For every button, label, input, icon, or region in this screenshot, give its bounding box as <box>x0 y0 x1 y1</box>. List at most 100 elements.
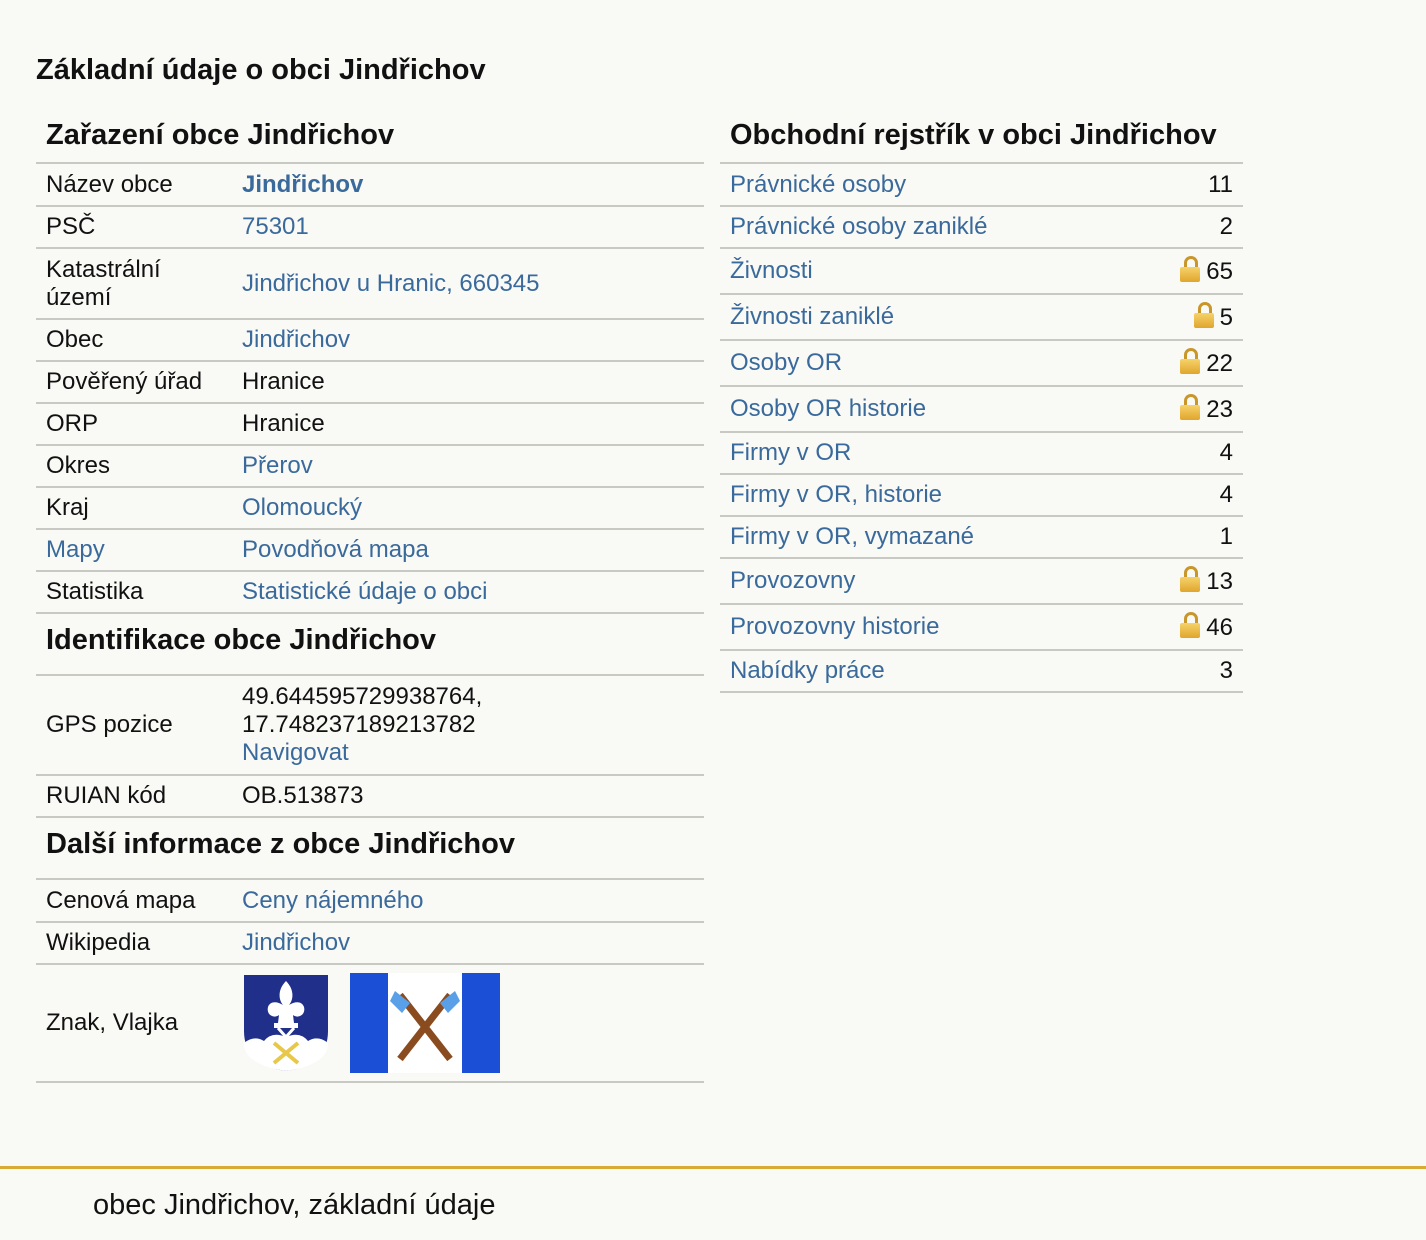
row-label: Znak, Vlajka <box>36 964 232 1083</box>
ruian-value: OB.513873 <box>232 775 704 818</box>
page-title: Základní údaje o obci Jindřichov <box>36 54 486 86</box>
firms-or-deleted-link[interactable]: Firmy v OR, vymazané <box>730 523 974 550</box>
firms-or-history-link[interactable]: Firmy v OR, historie <box>730 481 942 508</box>
navigate-link[interactable]: Navigovat <box>242 739 349 766</box>
statistics-link[interactable]: Statistické údaje o obci <box>242 578 487 605</box>
lock-icon <box>1180 612 1201 638</box>
count-value: 1 <box>1219 523 1233 550</box>
gps-longitude: 17.748237189213782 <box>242 711 476 738</box>
kraj-link[interactable]: Olomoucký <box>242 494 362 521</box>
identifikace-heading: Identifikace obce Jindřichov <box>36 614 704 676</box>
table-row: Firmy v OR 4 <box>720 432 1243 475</box>
count-value: 22 <box>1206 350 1233 377</box>
count-value: 46 <box>1206 614 1233 641</box>
municipality-name-link[interactable]: Jindřichov <box>242 171 363 198</box>
row-label: Cenová mapa <box>36 880 232 923</box>
zarazeni-heading: Zařazení obce Jindřichov <box>36 112 704 164</box>
rent-prices-link[interactable]: Ceny nájemného <box>242 887 423 914</box>
dalsi-heading: Další informace z obce Jindřichov <box>36 818 704 880</box>
rejstrik-table: Právnické osoby 11 Právnické osoby zanik… <box>720 164 1243 693</box>
count-value: 2 <box>1219 213 1233 240</box>
table-row: Provozovny historie 46 <box>720 604 1243 651</box>
wikipedia-link[interactable]: Jindřichov <box>242 929 350 956</box>
table-row: Živnosti zaniklé 5 <box>720 294 1243 341</box>
rejstrik-heading: Obchodní rejstřík v obci Jindřichov <box>720 112 1243 164</box>
gps-latitude: 49.644595729938764, <box>242 683 483 710</box>
lock-icon <box>1180 566 1201 592</box>
table-row: Pověřený úřad Hranice <box>36 361 704 404</box>
job-offers-link[interactable]: Nabídky práce <box>730 657 885 684</box>
table-row: Mapy Povodňová mapa <box>36 529 704 572</box>
table-row: PSČ 75301 <box>36 206 704 249</box>
legal-entities-defunct-link[interactable]: Právnické osoby zaniklé <box>730 213 987 240</box>
table-row: Obec Jindřichov <box>36 319 704 362</box>
legal-entities-link[interactable]: Právnické osoby <box>730 171 906 198</box>
table-row: Cenová mapa Ceny nájemného <box>36 880 704 923</box>
table-row: Wikipedia Jindřichov <box>36 922 704 965</box>
row-label: Katastrální území <box>36 248 232 320</box>
table-row: Znak, Vlajka <box>36 964 704 1083</box>
count-value: 5 <box>1219 304 1233 331</box>
flag-image[interactable] <box>350 973 500 1073</box>
right-column: Obchodní rejstřík v obci Jindřichov Práv… <box>720 112 1243 693</box>
maps-link[interactable]: Mapy <box>46 536 105 563</box>
row-label: GPS pozice <box>36 676 232 776</box>
table-row: Právnické osoby zaniklé 2 <box>720 206 1243 249</box>
obec-link[interactable]: Jindřichov <box>242 326 350 353</box>
trades-defunct-link[interactable]: Živnosti zaniklé <box>730 303 894 330</box>
left-column: Zařazení obce Jindřichov Název obce Jind… <box>36 112 704 1083</box>
lock-icon <box>1180 256 1201 282</box>
table-row: Nabídky práce 3 <box>720 650 1243 693</box>
psc-link[interactable]: 75301 <box>242 213 309 240</box>
table-row: Osoby OR historie 23 <box>720 386 1243 433</box>
cadastral-link[interactable]: Jindřichov u Hranic, 660345 <box>242 270 540 297</box>
table-row: Kraj Olomoucký <box>36 487 704 530</box>
okres-link[interactable]: Přerov <box>242 452 313 479</box>
row-label: Kraj <box>36 487 232 530</box>
table-row: Okres Přerov <box>36 445 704 488</box>
table-row: Katastrální území Jindřichov u Hranic, 6… <box>36 248 704 320</box>
trades-link[interactable]: Živnosti <box>730 257 813 284</box>
row-label: Název obce <box>36 164 232 207</box>
row-label: RUIAN kód <box>36 775 232 818</box>
table-row: RUIAN kód OB.513873 <box>36 775 704 818</box>
flood-map-link[interactable]: Povodňová mapa <box>242 536 429 563</box>
persons-or-link[interactable]: Osoby OR <box>730 349 842 376</box>
table-row: Provozovny 13 <box>720 558 1243 605</box>
footer-text: obec Jindřichov, základní údaje <box>93 1189 496 1221</box>
firms-or-link[interactable]: Firmy v OR <box>730 439 851 466</box>
table-row: Statistika Statistické údaje o obci <box>36 571 704 614</box>
row-label: Obec <box>36 319 232 362</box>
table-row: Osoby OR 22 <box>720 340 1243 387</box>
lock-icon <box>1180 394 1201 420</box>
count-value: 4 <box>1219 481 1233 508</box>
count-value: 23 <box>1206 396 1233 423</box>
table-row: Název obce Jindřichov <box>36 164 704 207</box>
footer-divider <box>0 1166 1426 1169</box>
premises-link[interactable]: Provozovny <box>730 567 855 594</box>
count-value: 4 <box>1219 439 1233 466</box>
count-value: 65 <box>1206 258 1233 285</box>
lock-icon <box>1193 302 1214 328</box>
table-row: ORP Hranice <box>36 403 704 446</box>
count-value: 13 <box>1206 568 1233 595</box>
coat-of-arms-image[interactable] <box>242 973 330 1073</box>
premises-history-link[interactable]: Provozovny historie <box>730 613 939 640</box>
table-row: Firmy v OR, vymazané 1 <box>720 516 1243 559</box>
row-label: Statistika <box>36 571 232 614</box>
identifikace-table: GPS pozice 49.644595729938764, 17.748237… <box>36 676 704 818</box>
row-label: PSČ <box>36 206 232 249</box>
table-row: Firmy v OR, historie 4 <box>720 474 1243 517</box>
dalsi-table: Cenová mapa Ceny nájemného Wikipedia Jin… <box>36 880 704 1083</box>
row-label: Okres <box>36 445 232 488</box>
zarazeni-table: Název obce Jindřichov PSČ 75301 Katastrá… <box>36 164 704 614</box>
count-value: 3 <box>1219 657 1233 684</box>
persons-or-history-link[interactable]: Osoby OR historie <box>730 395 926 422</box>
count-value: 11 <box>1208 170 1233 198</box>
table-row: Právnické osoby 11 <box>720 164 1243 207</box>
row-value: Hranice <box>232 361 704 404</box>
row-value: Hranice <box>232 403 704 446</box>
table-row: GPS pozice 49.644595729938764, 17.748237… <box>36 676 704 776</box>
row-label: Wikipedia <box>36 922 232 965</box>
row-label: ORP <box>36 403 232 446</box>
